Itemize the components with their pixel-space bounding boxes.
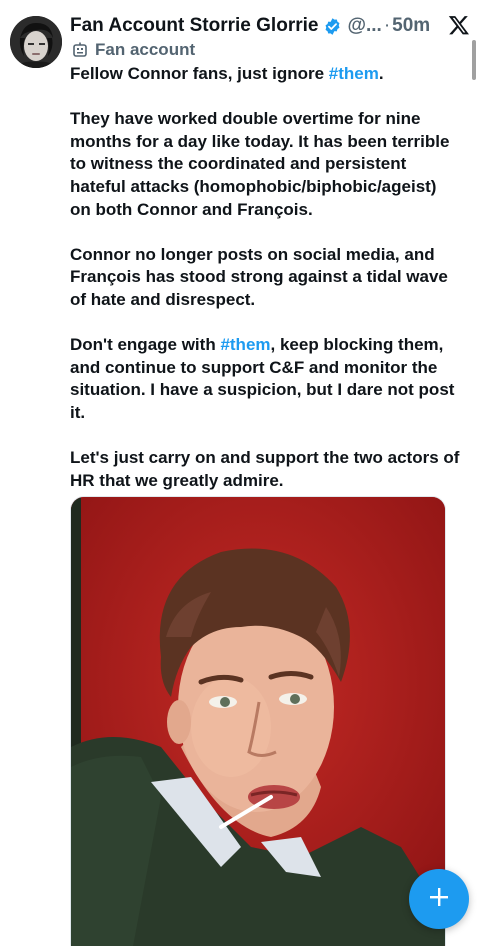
tweet-text-segment: . — [378, 64, 384, 83]
tweet-paragraph: Don't engage with #them, keep blocking t… — [70, 334, 460, 424]
tweet-text-segment: Fellow Connor fans, just ignore — [70, 64, 329, 83]
account-label: Fan account — [95, 40, 196, 59]
tweet-text-segment: Don't engage with — [70, 335, 221, 355]
tweet-text: Fellow Connor fans, just ignore #them. Th… — [70, 63, 460, 515]
tweet-text-segment: Connor no longer posts on social media, … — [70, 244, 448, 309]
display-name[interactable]: Fan Account Storrie Glorrie — [70, 15, 318, 37]
tweet-text-segment: They have worked double overtime for nin… — [70, 109, 450, 219]
x-logo-icon[interactable] — [448, 14, 470, 36]
tweet-paragraph: Fellow Connor fans, just ignore #them. — [70, 63, 460, 86]
hashtag-link[interactable]: #them — [329, 64, 379, 83]
account-label-row: Fan account — [72, 39, 195, 61]
tweet-paragraph: Connor no longer posts on social media, … — [70, 244, 460, 312]
scrollbar[interactable] — [472, 40, 476, 80]
tweet-photo[interactable] — [70, 496, 446, 946]
timestamp[interactable]: 50m — [392, 15, 430, 37]
tweet-paragraph: Let's just carry on and support the two … — [70, 447, 460, 492]
compose-button[interactable] — [409, 869, 469, 929]
tweet-text-segment: Let's just carry on and support the two … — [70, 448, 460, 490]
plus-icon — [428, 886, 450, 913]
author-row: Fan Account Storrie Glorrie @... · 50m — [70, 12, 440, 40]
verified-badge-icon — [323, 17, 342, 36]
automated-account-icon — [72, 42, 88, 58]
hashtag-link[interactable]: #them — [220, 335, 270, 354]
avatar[interactable] — [10, 16, 62, 68]
handle[interactable]: @... — [347, 15, 381, 37]
tweet-paragraph: They have worked double overtime for nin… — [70, 108, 460, 221]
separator-dot: · — [383, 15, 391, 36]
tweet: Fan Account Storrie Glorrie @... · 50m F… — [0, 0, 480, 946]
